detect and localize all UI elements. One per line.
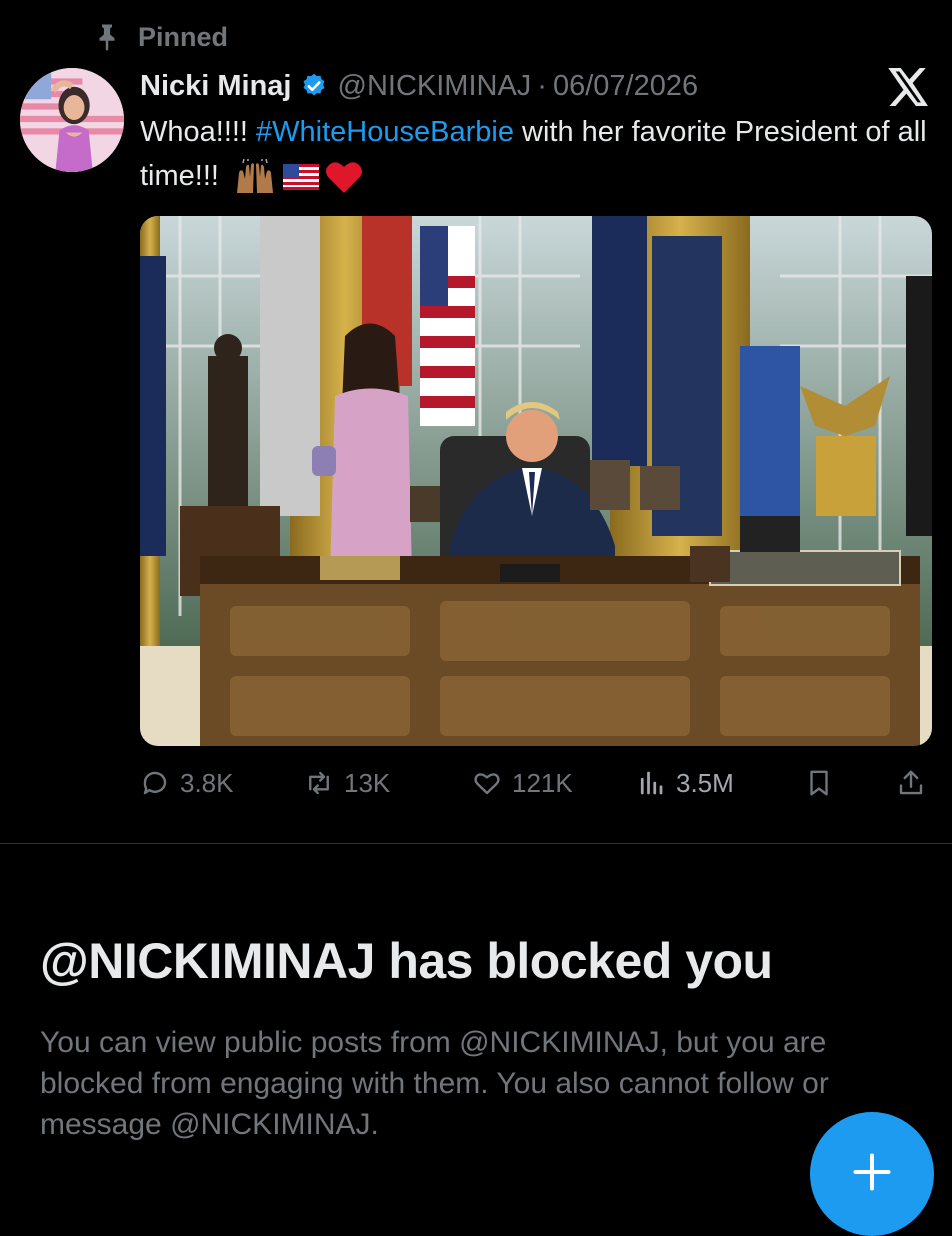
views-icon bbox=[640, 771, 663, 795]
like-count: 121K bbox=[512, 767, 573, 798]
pinned-label: Pinned bbox=[138, 21, 229, 52]
compose-post-button[interactable] bbox=[810, 1112, 934, 1236]
us-flag-emoji bbox=[283, 164, 320, 191]
like-button[interactable]: 121K bbox=[472, 760, 573, 806]
user-handle[interactable]: @NICKIMINAJ bbox=[338, 70, 532, 103]
divider bbox=[0, 843, 952, 844]
x-logo-icon bbox=[888, 68, 928, 106]
pinned-indicator: Pinned bbox=[92, 20, 228, 54]
avatar[interactable] bbox=[20, 68, 124, 172]
blocked-title: @NICKIMINAJ has blocked you bbox=[40, 933, 773, 989]
share-button[interactable] bbox=[896, 760, 936, 806]
verified-badge-icon bbox=[303, 73, 324, 96]
views-count: 3.5M bbox=[676, 767, 734, 798]
repost-count: 13K bbox=[344, 767, 391, 798]
red-heart-emoji bbox=[326, 162, 363, 194]
reply-count: 3.8K bbox=[180, 767, 234, 798]
hashtag-link[interactable]: #WhiteHouseBarbie bbox=[256, 116, 514, 148]
pin-icon bbox=[99, 24, 115, 51]
reply-button[interactable]: 3.8K bbox=[140, 760, 234, 806]
reply-icon bbox=[143, 771, 167, 795]
photo-oval-office bbox=[140, 216, 932, 746]
blocked-description: You can view public posts from @NICKIMIN… bbox=[40, 1026, 829, 1141]
tweet-actions: 3.8K 13K 121K 3.5M bbox=[140, 760, 932, 806]
tweet-media-photo[interactable] bbox=[140, 216, 932, 746]
repost-button[interactable]: 13K bbox=[304, 760, 390, 806]
bookmark-button[interactable] bbox=[804, 760, 844, 806]
like-icon bbox=[474, 773, 500, 795]
tweet-header: Nicki Minaj @NICKIMINAJ · 06/07/2026 bbox=[140, 64, 698, 108]
separator-dot: · bbox=[537, 69, 547, 102]
avatar-image bbox=[20, 68, 124, 172]
tweet-text: Whoa!!!! #WhiteHouseBarbie with her favo… bbox=[140, 110, 930, 198]
tweet-text-intro: Whoa!!!! bbox=[140, 116, 257, 148]
post-date[interactable]: 06/07/2026 bbox=[553, 70, 698, 103]
views-button[interactable]: 3.5M bbox=[636, 760, 734, 806]
bookmark-icon bbox=[810, 770, 828, 796]
raising-hands-emoji bbox=[237, 159, 274, 194]
display-name[interactable]: Nicki Minaj bbox=[140, 70, 292, 103]
share-icon bbox=[899, 770, 923, 795]
plus-icon bbox=[853, 1153, 891, 1191]
repost-icon bbox=[309, 771, 329, 795]
